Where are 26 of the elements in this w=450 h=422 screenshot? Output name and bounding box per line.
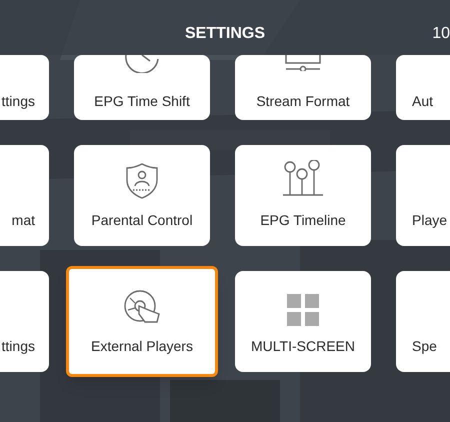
tile-label: External Players (91, 337, 193, 356)
settings-tile[interactable]: ttings (0, 55, 49, 120)
tile-label: EPG Timeline (260, 211, 346, 230)
tile-label: EPG Time Shift (94, 92, 190, 111)
clock-time: 10 (432, 24, 450, 44)
settings-tile[interactable]: mat (0, 145, 49, 246)
settings-tile[interactable]: ttings (0, 271, 49, 372)
tile-label: Spe (412, 337, 437, 356)
settings-tile[interactable]: Spe (396, 271, 450, 372)
settings-tile[interactable]: Stream Format (235, 55, 371, 120)
tile-label: ttings (2, 92, 35, 111)
settings-tile[interactable]: Playe (396, 145, 450, 246)
tile-label: Playe (412, 211, 448, 230)
tile-label: Parental Control (91, 211, 193, 230)
tile-label: Stream Format (256, 92, 350, 111)
tile-label: Aut (412, 92, 434, 111)
settings-tile[interactable]: EPG Time Shift (74, 55, 210, 120)
tile-label: MULTI-SCREEN (251, 337, 355, 356)
settings-tile[interactable]: External Players (66, 266, 218, 377)
page-title: SETTINGS (185, 24, 265, 44)
settings-tile[interactable]: Parental Control (74, 145, 210, 246)
settings-tile[interactable]: EPG Timeline (235, 145, 371, 246)
tile-label: ttings (2, 337, 35, 356)
settings-tile[interactable]: MULTI-SCREEN (235, 271, 371, 372)
settings-tile[interactable]: Aut (396, 55, 450, 120)
tile-label: mat (12, 211, 35, 230)
